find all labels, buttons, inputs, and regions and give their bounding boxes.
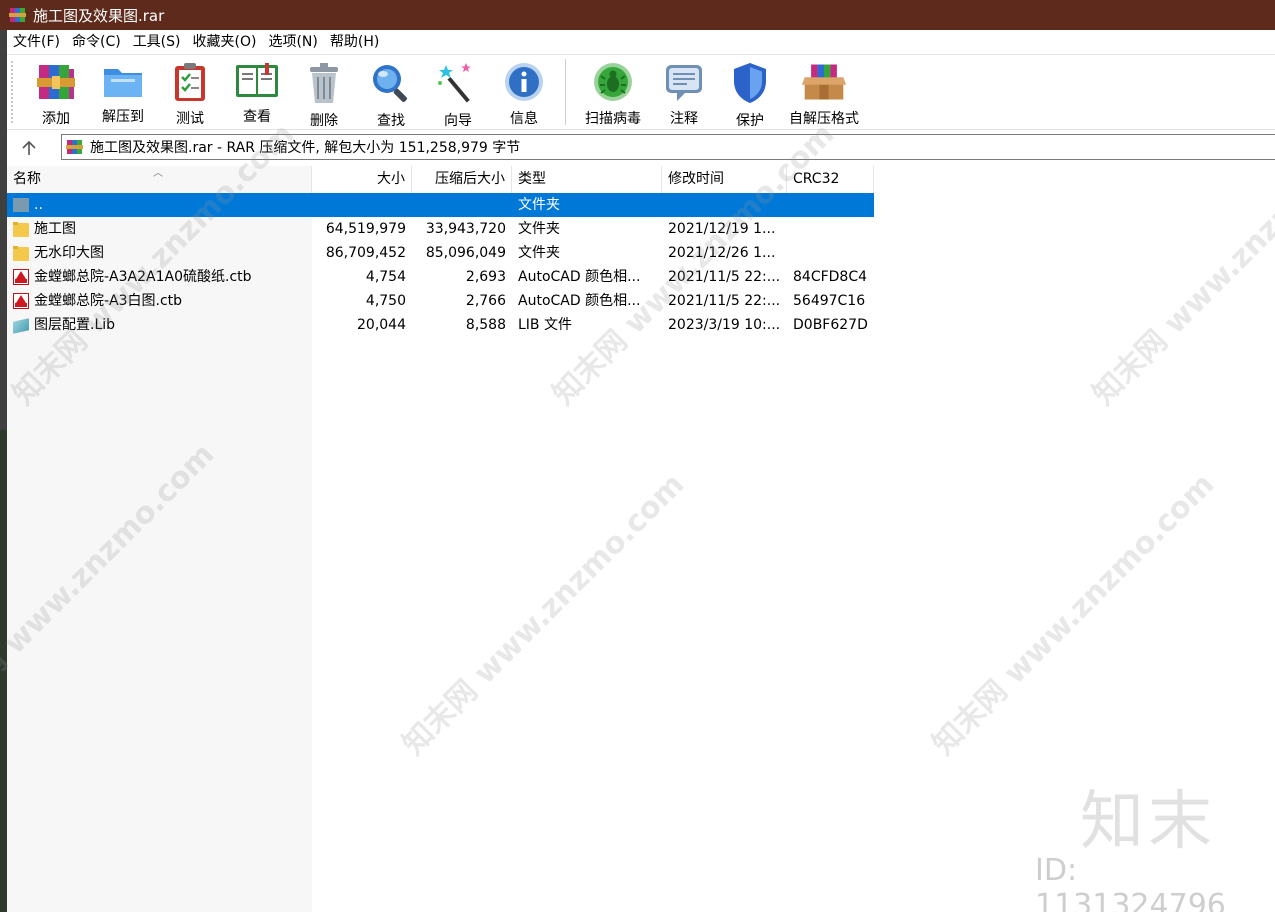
- extract-folder-icon: [100, 61, 146, 101]
- menu-help[interactable]: 帮助(H): [324, 30, 385, 54]
- comment-note-icon: [661, 61, 707, 103]
- virus-scan-icon: [590, 61, 636, 103]
- table-row[interactable]: 金螳螂总院-A3白图.ctb 4,750 2,766 AutoCAD 颜色相..…: [7, 289, 874, 313]
- arrow-up-icon: [22, 140, 36, 155]
- up-folder-icon: [13, 198, 29, 212]
- winrar-app-icon: [9, 6, 27, 24]
- find-button[interactable]: 查找: [357, 55, 425, 129]
- comment-button[interactable]: 注释: [652, 55, 716, 127]
- rar-archive-icon: [66, 138, 84, 156]
- menu-bar: 文件(F) 命令(C) 工具(S) 收藏夹(O) 选项(N) 帮助(H): [7, 30, 1275, 54]
- table-row[interactable]: 无水印大图 86,709,452 85,096,049 文件夹 2021/12/…: [7, 241, 874, 265]
- list-header: ︿ 名称 大小 压缩后大小 类型 修改时间 CRC32: [7, 166, 874, 193]
- watermark-id: ID: 1131324796: [1035, 853, 1226, 912]
- menu-favorites[interactable]: 收藏夹(O): [187, 30, 263, 54]
- toolbar: 添加 解压到 测试 查看 删除 查找 向导 信息 扫描病毒 注释 保护 自解压格…: [7, 54, 1275, 129]
- table-row-parent[interactable]: .. 文件夹: [7, 193, 874, 217]
- address-bar: 施工图及效果图.rar - RAR 压缩文件, 解包大小为 151,258,97…: [7, 129, 1275, 165]
- address-text: 施工图及效果图.rar - RAR 压缩文件, 解包大小为 151,258,97…: [90, 140, 521, 156]
- test-button[interactable]: 测试: [157, 55, 223, 127]
- add-archive-icon: [33, 61, 79, 103]
- folder-icon: [13, 245, 29, 261]
- magnifier-icon: [368, 61, 414, 105]
- column-header-name[interactable]: ︿ 名称: [7, 166, 312, 193]
- window-title: 施工图及效果图.rar: [33, 6, 165, 25]
- up-one-level-button[interactable]: [19, 138, 39, 158]
- extract-to-button[interactable]: 解压到: [89, 55, 157, 125]
- table-row[interactable]: 图层配置.Lib 20,044 8,588 LIB 文件 2023/3/19 1…: [7, 313, 874, 337]
- column-header-packed[interactable]: 压缩后大小: [412, 166, 512, 193]
- wizard-button[interactable]: 向导: [425, 55, 491, 129]
- sfx-box-icon: [801, 61, 847, 103]
- column-header-size[interactable]: 大小: [312, 166, 412, 193]
- autocad-ctb-icon: [13, 269, 29, 285]
- column-header-type[interactable]: 类型: [512, 166, 662, 193]
- add-button[interactable]: 添加: [23, 55, 89, 127]
- table-row[interactable]: 金螳螂总院-A3A2A1A0硫酸纸.ctb 4,754 2,693 AutoCA…: [7, 265, 874, 289]
- autocad-ctb-icon: [13, 293, 29, 309]
- protect-button[interactable]: 保护: [716, 55, 784, 129]
- menu-file[interactable]: 文件(F): [7, 30, 66, 54]
- scan-virus-button[interactable]: 扫描病毒: [574, 55, 652, 127]
- info-button[interactable]: 信息: [491, 55, 557, 127]
- address-field[interactable]: 施工图及效果图.rar - RAR 压缩文件, 解包大小为 151,258,97…: [61, 134, 1275, 160]
- toolbar-separator: [565, 59, 566, 125]
- delete-button[interactable]: 删除: [291, 55, 357, 129]
- table-row[interactable]: 施工图 64,519,979 33,943,720 文件夹 2021/12/19…: [7, 217, 874, 241]
- menu-options[interactable]: 选项(N): [262, 30, 323, 54]
- trash-can-icon: [301, 61, 347, 105]
- menu-tools[interactable]: 工具(S): [127, 30, 187, 54]
- test-checklist-icon: [167, 61, 213, 103]
- folder-icon: [13, 221, 29, 237]
- view-book-icon: [234, 61, 280, 101]
- title-bar: 施工图及效果图.rar: [0, 0, 1275, 30]
- view-button[interactable]: 查看: [223, 55, 291, 125]
- file-rows: .. 文件夹 施工图 64,519,979 33,943,720 文件夹 202…: [7, 193, 874, 337]
- desktop-edge: [0, 0, 7, 912]
- menu-commands[interactable]: 命令(C): [66, 30, 127, 54]
- sfx-button[interactable]: 自解压格式: [784, 55, 864, 127]
- toolbar-grip[interactable]: [11, 61, 15, 123]
- sort-ascending-icon: ︿: [153, 168, 163, 179]
- info-icon: [501, 61, 547, 103]
- lib-file-icon: [13, 318, 29, 334]
- column-header-modified[interactable]: 修改时间: [662, 166, 787, 193]
- watermark-logo: 知末: [1080, 785, 1216, 859]
- magic-wand-icon: [435, 61, 481, 105]
- shield-icon: [727, 61, 773, 105]
- column-header-crc32[interactable]: CRC32: [787, 166, 874, 193]
